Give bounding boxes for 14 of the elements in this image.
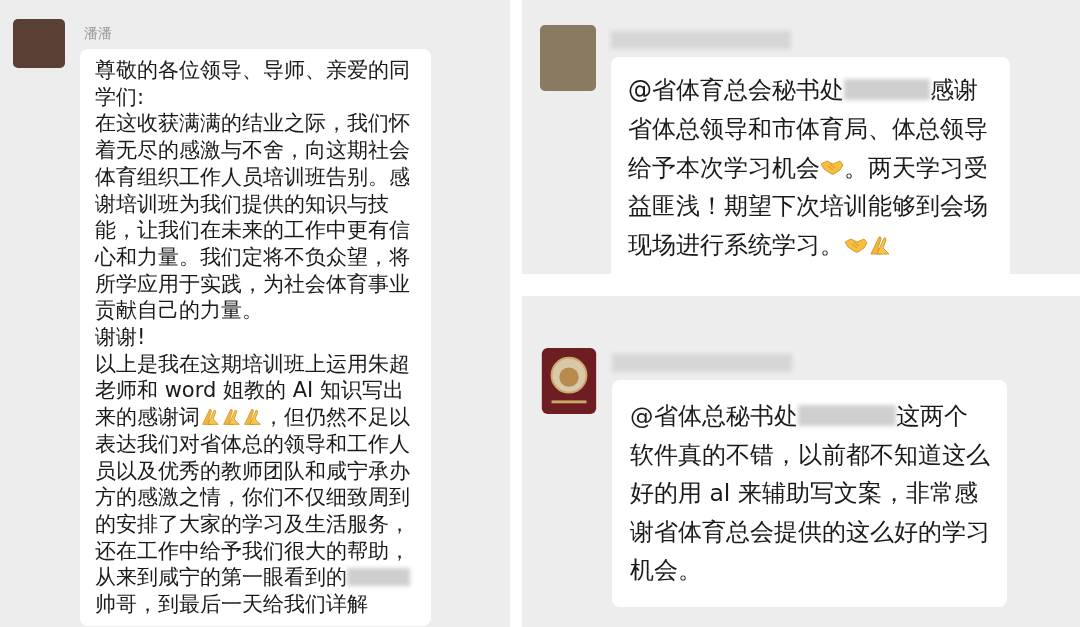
avatar-photo-placeholder[interactable] — [540, 25, 596, 91]
praying-hands-icon — [200, 406, 221, 428]
praying-hands-icon — [221, 406, 242, 428]
sender-name: 潘潘 — [84, 25, 112, 43]
message-text: 在这收获满满的结业之际，我们怀着无尽的感激与不舍，向这期社会体育组织工作人员培训班告别。感谢培训班为我们提供的知识与技能，让我们在未来的工作中更有信心和力量。我们定将不负众望，将所学应用于实践，为社会体育事业贡献自己的力量。 — [95, 110, 411, 325]
message-text: 以上是我在这期培训班上运用朱超老师和 word 姐教的 AI 知识写出来的感谢词 ，但仍然不足以表达我们对省体总的领导和工作人员以及优秀的教师团队和咸宁承办方的感激之情，你们不仅细致周到的安排了大家的学习及生活服务，还在工作中给予我们很大的帮助，从来到咸宁的第一眼看到的 帅哥，到最后一天给我们详解 — [95, 350, 411, 618]
redaction-blur — [347, 567, 410, 587]
logo-avatar-icon[interactable] — [541, 348, 597, 414]
praying-hands-icon — [242, 406, 263, 428]
avatar-photo-placeholder[interactable] — [13, 19, 65, 68]
message-text: 尊敬的各位领导、导师、亲爱的同学们: — [95, 57, 411, 111]
message-text: @省体育总会秘书处 感谢省体总领导和市体育局、体总领导给予本次学习机会 。两天学习受益匪浅！期望下次培训能够到会场现场进行系统学习。 — [628, 75, 989, 262]
message-text: @省体总秘书处 这两个软件真的不错，以前都不知道这么好的用 al 来辅助写文案，非常感谢省体育总会提供的这么好的学习机会。 — [630, 401, 990, 586]
message-text: 谢谢! — [95, 324, 147, 351]
